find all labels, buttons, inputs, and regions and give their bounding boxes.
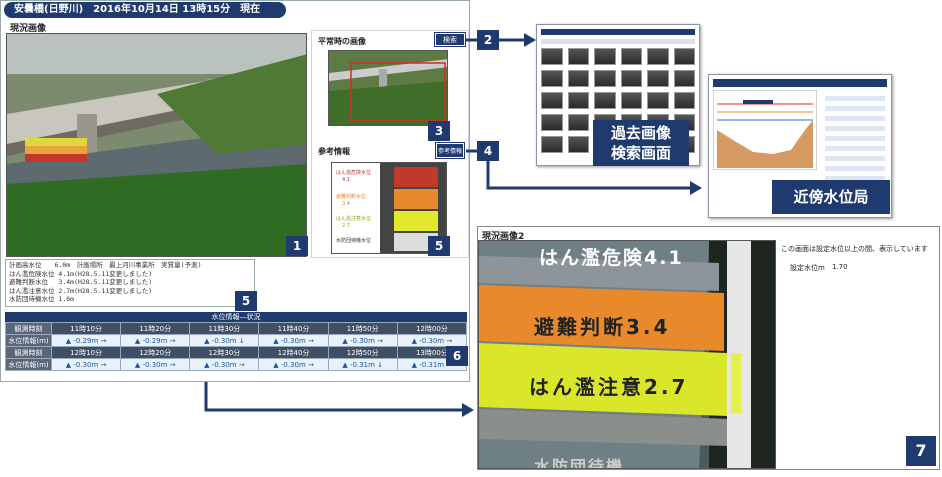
threshold-notice: この画面は設定水位以上の間、表示しています [781,245,928,253]
badge-7: 7 [906,436,936,466]
nearby-station-callout: 近傍水位局 [772,180,890,214]
thumbnail[interactable] [567,92,589,109]
gauge-closeup-photo [479,241,775,468]
thumbnail[interactable] [541,48,563,65]
sign-text-evacuation: 避難判断3.4 [534,315,671,339]
thumbnail[interactable] [673,70,695,87]
thumbnail[interactable] [647,92,669,109]
station-header [713,79,887,87]
gauge-closeup-image[interactable]: はん濫危険4.1 避難判断3.4 はん濫注意2.7 水防団待機 [478,240,776,469]
arrow-to-image2 [204,382,462,412]
station-side-list [825,91,885,181]
search-screen-toolbar [541,39,695,44]
thumbnail[interactable] [647,70,669,87]
thumbnail[interactable] [594,70,616,87]
setting-label: 設定水位m [790,264,825,272]
thumbnail[interactable] [541,136,563,153]
badge-2: 2 [477,30,499,50]
thumbnail[interactable] [567,136,589,153]
sign-text-caution: はん濫注意2.7 [529,375,689,399]
badge-4: 4 [477,141,499,161]
thumbnail[interactable] [541,114,563,131]
thumbnail[interactable] [567,48,589,65]
callout-line-2: 検索画面 [610,144,671,162]
thumbnail[interactable] [594,48,616,65]
search-screen-header [541,29,695,35]
station-chart [712,89,818,171]
sign-text-standby: 水防団待機 [534,457,625,469]
thumbnail[interactable] [541,70,563,87]
thumbnail[interactable] [647,48,669,65]
thumbnail[interactable] [567,114,589,131]
thumbnail[interactable] [594,92,616,109]
thumbnail[interactable] [673,48,695,65]
past-image-search-callout: 過去画像 検索画面 [593,120,689,166]
sign-text-danger: はん濫危険4.1 [539,247,684,269]
thumbnail[interactable] [567,70,589,87]
setting-value: 1.70 [832,263,848,271]
thumbnail[interactable] [620,70,642,87]
thumbnail[interactable] [541,92,563,109]
thumbnail[interactable] [673,92,695,109]
callout-line-1: 過去画像 [610,124,671,142]
thumbnail[interactable] [620,48,642,65]
thumbnail[interactable] [620,92,642,109]
